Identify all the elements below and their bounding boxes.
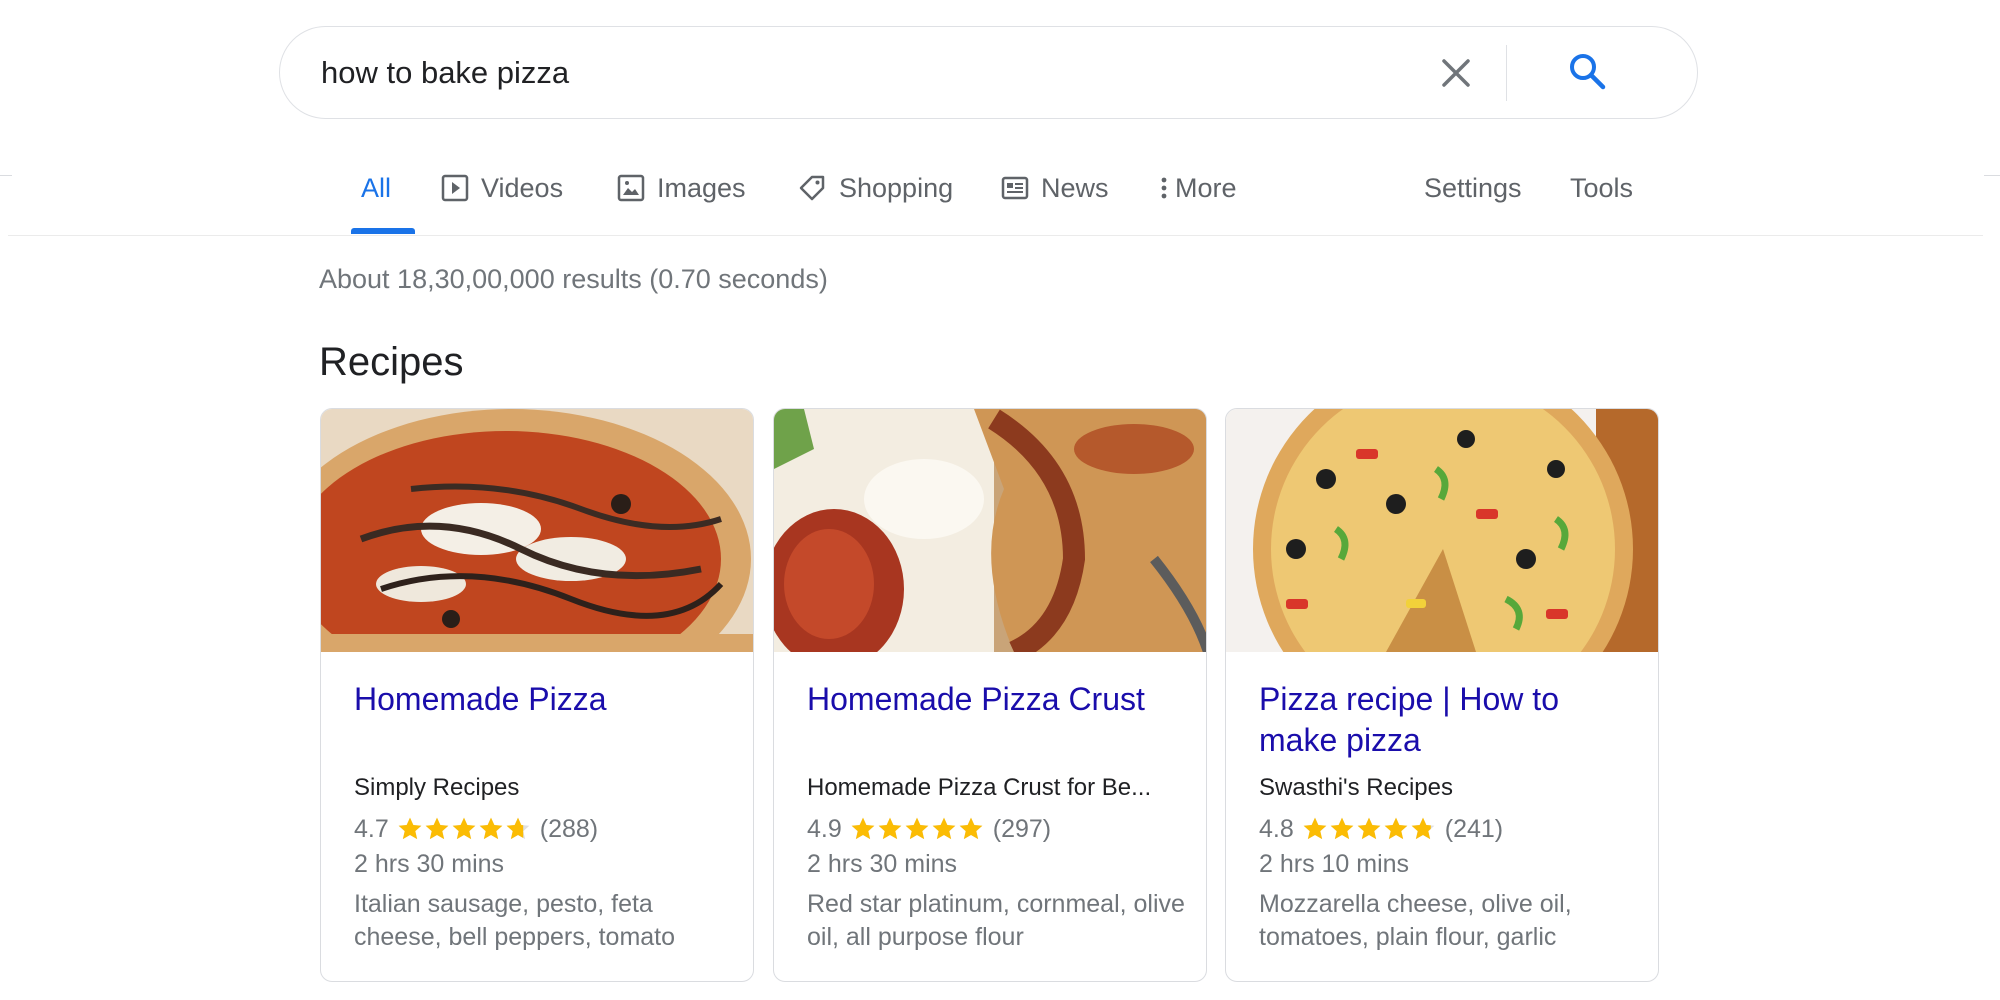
rating-value: 4.7 (354, 814, 389, 843)
review-count: (241) (1444, 814, 1504, 843)
tab-news-label: News (1041, 172, 1109, 203)
recipe-card[interactable]: Homemade Pizza Simply Recipes 4.7 (288) … (320, 408, 754, 982)
star-rating (850, 816, 985, 842)
star-icon (932, 817, 956, 840)
tab-shopping-label: Shopping (839, 172, 954, 203)
recipe-source: Swasthi's Recipes (1259, 774, 1453, 801)
recipe-image[interactable] (774, 409, 1206, 652)
star-icon (1303, 817, 1327, 840)
star-icon (479, 817, 503, 840)
tab-images[interactable]: Images (617, 168, 746, 208)
dots-vertical-icon (1161, 177, 1167, 199)
recipe-source: Simply Recipes (354, 774, 520, 801)
tab-news[interactable]: News (1001, 168, 1109, 208)
recipe-source: Homemade Pizza Crust for Be... (807, 774, 1152, 801)
tab-active-indicator (351, 228, 415, 234)
star-icon (452, 817, 476, 840)
recipe-title[interactable]: Homemade Pizza (354, 679, 734, 720)
tab-more-label: More (1175, 172, 1237, 203)
recipe-time: 2 hrs 30 mins (354, 850, 505, 878)
search-icon[interactable] (1563, 47, 1613, 97)
review-count: (288) (539, 814, 599, 843)
star-icon (878, 817, 902, 840)
news-icon (1001, 176, 1029, 200)
tab-tools-label: Tools (1570, 172, 1634, 203)
tab-all-label: All (361, 172, 392, 203)
recipe-rating: 4.9 (297) (807, 812, 1051, 846)
search-box-divider (1506, 45, 1507, 101)
recipe-image[interactable] (321, 409, 753, 652)
tag-icon (799, 175, 825, 201)
search-results-page: how to bake pizza All Videos Images Shop… (0, 0, 2000, 1000)
review-count: (297) (992, 814, 1052, 843)
star-icon (1384, 817, 1408, 840)
star-rating (397, 816, 532, 842)
tabs-divider (8, 235, 1983, 236)
tab-videos-label: Videos (481, 172, 564, 203)
tab-settings-label: Settings (1424, 172, 1522, 203)
tab-tools[interactable]: Tools (1570, 168, 1633, 208)
rating-value: 4.8 (1259, 814, 1294, 843)
tab-videos[interactable]: Videos (441, 168, 563, 208)
recipe-ingredients: Mozzarella cheese, olive oil, tomatoes, … (1259, 890, 1572, 951)
tab-settings[interactable]: Settings (1424, 168, 1522, 208)
search-input[interactable]: how to bake pizza (321, 55, 569, 91)
rating-value: 4.9 (807, 814, 842, 843)
recipe-rating: 4.8 (241) (1259, 812, 1503, 846)
star-icon (425, 817, 449, 840)
tab-more[interactable]: More (1157, 168, 1237, 208)
recipe-ingredients: Red star platinum, cornmeal, olive oil, … (807, 890, 1185, 951)
image-icon (617, 174, 645, 202)
header-divider-left (0, 175, 12, 176)
star-icon (506, 817, 530, 840)
recipe-rating: 4.7 (288) (354, 812, 598, 846)
star-icon (851, 817, 875, 840)
tab-shopping[interactable]: Shopping (797, 168, 953, 208)
recipe-image[interactable] (1226, 409, 1658, 652)
header-divider-right (1984, 175, 2000, 176)
recipe-time: 2 hrs 10 mins (1259, 850, 1410, 878)
star-icon (1330, 817, 1354, 840)
recipe-card[interactable]: Homemade Pizza Crust Homemade Pizza Crus… (773, 408, 1207, 982)
star-icon (905, 817, 929, 840)
tab-all[interactable]: All (361, 168, 391, 208)
recipe-time: 2 hrs 30 mins (807, 850, 958, 878)
recipe-card[interactable]: Pizza recipe | How to make pizza Swasthi… (1225, 408, 1659, 982)
recipe-title[interactable]: Pizza recipe | How to make pizza (1259, 679, 1639, 761)
star-icon (1411, 817, 1435, 840)
star-icon (959, 817, 983, 840)
result-stats: About 18,30,00,000 results (0.70 seconds… (319, 264, 828, 294)
play-icon (441, 174, 469, 202)
section-title-recipes: Recipes (319, 340, 464, 384)
star-icon (398, 817, 422, 840)
star-rating (1302, 816, 1437, 842)
tab-images-label: Images (657, 172, 746, 203)
clear-icon[interactable] (1432, 49, 1480, 97)
star-icon (1357, 817, 1381, 840)
recipe-ingredients: Italian sausage, pesto, feta cheese, bel… (354, 890, 676, 951)
search-box[interactable]: how to bake pizza (279, 26, 1698, 119)
recipe-title[interactable]: Homemade Pizza Crust (807, 679, 1187, 720)
